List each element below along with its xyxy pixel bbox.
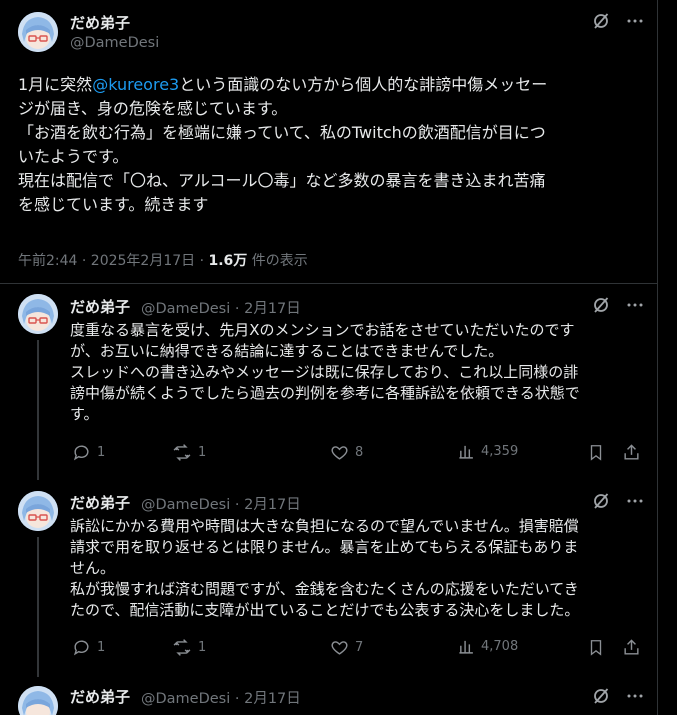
- views-button[interactable]: 4,359: [458, 443, 518, 460]
- repost-button[interactable]: 1: [172, 638, 206, 657]
- post-text-rest: という面識のない方から個人的な誹謗中傷メッセー ジが届き、身の危険を感じています…: [18, 75, 548, 214]
- like-icon: [331, 446, 348, 460]
- post-text-start: 1月に突然: [18, 75, 93, 94]
- like-icon: [331, 641, 348, 655]
- action-bar: 1 1 8 4,359: [72, 443, 642, 465]
- avatar[interactable]: [18, 491, 58, 531]
- bookmark-icon: [590, 445, 602, 461]
- bookmark-icon: [590, 640, 602, 656]
- author-name[interactable]: だめ弟子: [70, 296, 130, 317]
- view-count: 4,359: [481, 444, 519, 459]
- reply-count: 1: [97, 445, 106, 460]
- view-label: 件の表示: [247, 253, 308, 269]
- views-button[interactable]: 4,708: [458, 638, 518, 655]
- avatar-image: [18, 491, 58, 531]
- more-icon[interactable]: [624, 490, 646, 512]
- grok-icon[interactable]: [590, 685, 612, 707]
- view-count[interactable]: 1.6万: [209, 253, 248, 269]
- like-button[interactable]: 8: [330, 443, 363, 462]
- author-handle-date[interactable]: @DameDesi · 2月17日: [141, 687, 301, 708]
- reply-button[interactable]: 1: [72, 443, 105, 462]
- author-name[interactable]: だめ弟子: [70, 686, 130, 707]
- timeline: だめ弟子 @DameDesi 1月に突然@kureore3という面識のない方から…: [0, 0, 658, 715]
- post-text: 訴訟にかかる費用や時間は大きな負担になるので望んでいません。損害賠償 請求で用を…: [70, 517, 580, 619]
- share-button[interactable]: [622, 443, 641, 462]
- like-count: 8: [355, 445, 364, 460]
- author-handle-date[interactable]: @DameDesi · 2月17日: [141, 297, 301, 318]
- view-count: 4,708: [481, 639, 519, 654]
- grok-icon[interactable]: [590, 294, 612, 316]
- more-icon[interactable]: [624, 10, 646, 32]
- post-timestamp[interactable]: 午前2:44 · 2025年2月17日 ·: [18, 253, 209, 269]
- avatar[interactable]: [18, 294, 58, 334]
- action-bar: 1 1 7 4,708: [72, 638, 642, 660]
- author-name[interactable]: だめ弟子: [70, 492, 130, 513]
- avatar-image: [18, 294, 58, 334]
- avatar[interactable]: [18, 12, 58, 52]
- bookmark-button[interactable]: [587, 443, 605, 462]
- views-icon: [459, 445, 473, 459]
- thread-line: [37, 537, 39, 677]
- author-handle-date[interactable]: @DameDesi · 2月17日: [141, 493, 301, 514]
- like-button[interactable]: 7: [330, 638, 363, 657]
- grok-icon[interactable]: [590, 10, 612, 32]
- share-icon: [624, 444, 639, 460]
- thread-line: [37, 340, 39, 480]
- repost-button[interactable]: 1: [172, 443, 206, 462]
- repost-icon: [173, 444, 191, 461]
- like-count: 7: [355, 640, 364, 655]
- divider: [0, 283, 657, 284]
- reply-icon: [73, 640, 89, 656]
- repost-count: 1: [198, 445, 207, 460]
- reply-icon: [73, 445, 89, 461]
- share-button[interactable]: [622, 638, 641, 657]
- repost-count: 1: [198, 640, 207, 655]
- post-meta: 午前2:44 · 2025年2月17日 · 1.6万 件の表示: [18, 250, 308, 270]
- share-icon: [624, 639, 639, 655]
- post-text: 1月に突然@kureore3という面識のない方から個人的な誹謗中傷メッセー ジが…: [18, 73, 638, 217]
- post-header-actions: [590, 685, 646, 707]
- more-icon[interactable]: [624, 685, 646, 707]
- avatar-image: [18, 686, 58, 715]
- mention-link[interactable]: @kureore3: [92, 75, 179, 94]
- avatar[interactable]: [18, 686, 58, 715]
- views-icon: [459, 640, 473, 654]
- more-icon[interactable]: [624, 294, 646, 316]
- post-header-actions: [590, 490, 646, 512]
- reply-button[interactable]: 1: [72, 638, 105, 657]
- author-handle[interactable]: @DameDesi: [70, 35, 159, 51]
- avatar-image: [18, 12, 58, 52]
- reply-count: 1: [97, 640, 106, 655]
- author-name[interactable]: だめ弟子: [70, 12, 130, 33]
- bookmark-button[interactable]: [587, 638, 605, 657]
- grok-icon[interactable]: [590, 490, 612, 512]
- post-header-actions: [590, 10, 646, 32]
- post-header-actions: [590, 294, 646, 316]
- page-scrollbar[interactable]: [660, 0, 677, 715]
- repost-icon: [173, 639, 191, 656]
- post-text: 度重なる暴言を受け、先月Xのメンションでお話をさせていただいたのです が、お互い…: [70, 321, 580, 423]
